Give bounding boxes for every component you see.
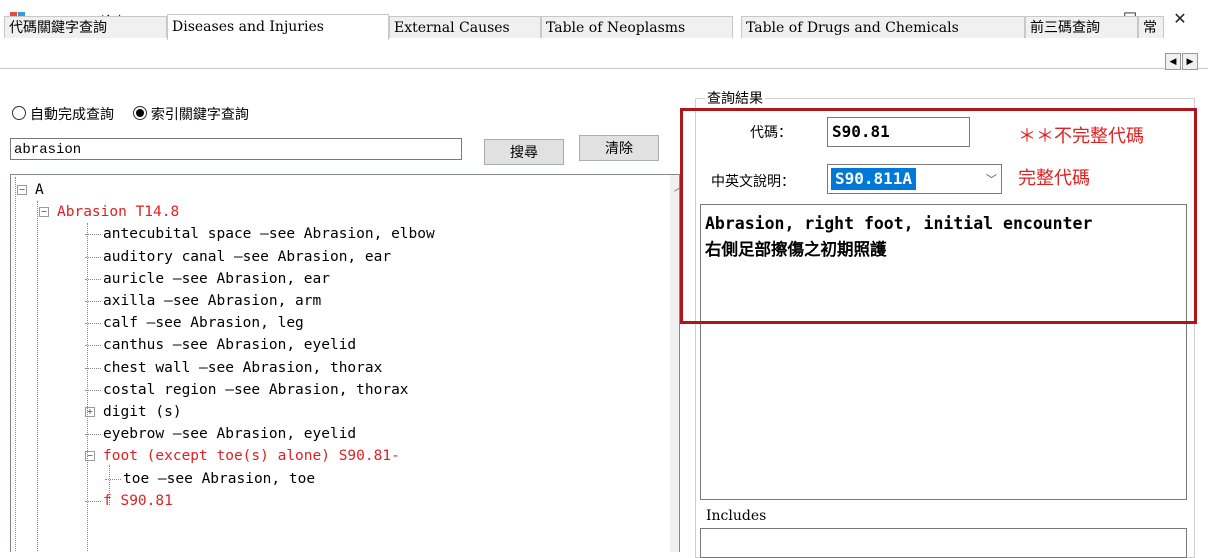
tab-scroll-arrows: ◀ ▶: [1165, 53, 1199, 71]
tab-strip: [0, 38, 1208, 69]
tree-node[interactable]: A: [35, 179, 44, 201]
tree-connector: [15, 177, 16, 552]
collapse-icon[interactable]: −: [17, 185, 27, 195]
tree-node[interactable]: f S90.81: [103, 490, 173, 512]
tree-node[interactable]: eyebrow —see Abrasion, eyelid: [103, 423, 356, 445]
tree-node[interactable]: chest wall —see Abrasion, thorax: [103, 357, 382, 379]
index-tree[interactable]: A − Abrasion T14.8− antecubital space —see …: [10, 174, 680, 552]
result-group-label: 查詢結果: [705, 88, 765, 108]
radio-autocomplete-label: 自動完成查詢: [30, 107, 114, 123]
collapse-icon[interactable]: −: [39, 207, 49, 218]
search-mode-group: 自動完成查詢 索引關鍵字查詢: [12, 104, 249, 124]
tree-node[interactable]: auditory canal —see Abrasion, ear: [103, 246, 391, 268]
tree-node[interactable]: toe —see Abrasion, toe: [123, 468, 315, 490]
radio-index-keyword-label: 索引關鍵字查詢: [150, 107, 249, 123]
tab-code-keyword[interactable]: 代碼關鍵字查詢: [4, 16, 167, 38]
includes-box[interactable]: [700, 528, 1187, 558]
tree-node[interactable]: antecubital space —see Abrasion, elbow: [103, 223, 435, 245]
tree-node[interactable]: canthus —see Abrasion, eyelid: [103, 334, 356, 356]
tab-scroll-left-icon[interactable]: ◀: [1165, 53, 1181, 70]
radio-autocomplete[interactable]: [12, 106, 26, 120]
tab-diseases-injuries[interactable]: Diseases and Injuries: [167, 14, 389, 40]
clear-button[interactable]: 清除: [579, 135, 659, 161]
search-button[interactable]: 搜尋: [484, 139, 564, 165]
search-input[interactable]: abrasion: [10, 138, 462, 160]
highlight-annotation-box: [680, 108, 1197, 324]
tab-drugs-chemicals[interactable]: Table of Drugs and Chemicals: [741, 16, 1025, 38]
tab-neoplasms[interactable]: Table of Neoplasms: [541, 16, 733, 38]
tree-connector: [87, 223, 88, 552]
tree-node[interactable]: foot (except toe(s) alone) S90.81-: [103, 445, 400, 467]
tree-connector: [109, 465, 110, 505]
tree-node[interactable]: costal region —see Abrasion, thorax: [103, 379, 409, 401]
includes-label: Includes: [706, 508, 767, 524]
tree-scrollbar[interactable]: ︿: [670, 175, 679, 552]
radio-index-keyword[interactable]: [132, 106, 147, 120]
tree-connector: [105, 478, 121, 480]
tab-scroll-right-icon[interactable]: ▶: [1182, 53, 1198, 70]
tree-node[interactable]: auricle —see Abrasion, ear: [103, 268, 330, 290]
tree-node[interactable]: Abrasion T14.8: [57, 201, 179, 223]
tree-node[interactable]: calf —see Abrasion, leg: [103, 312, 304, 334]
tree-node[interactable]: digit (s): [103, 401, 182, 423]
tab-common[interactable]: 常: [1138, 16, 1164, 38]
tree-connector: [37, 201, 38, 552]
tree-node[interactable]: axilla —see Abrasion, arm: [103, 290, 321, 312]
close-button[interactable]: ✕: [1160, 6, 1200, 32]
tab-external-causes[interactable]: External Causes: [389, 16, 541, 38]
tab-first-three[interactable]: 前三碼查詢: [1025, 16, 1138, 38]
